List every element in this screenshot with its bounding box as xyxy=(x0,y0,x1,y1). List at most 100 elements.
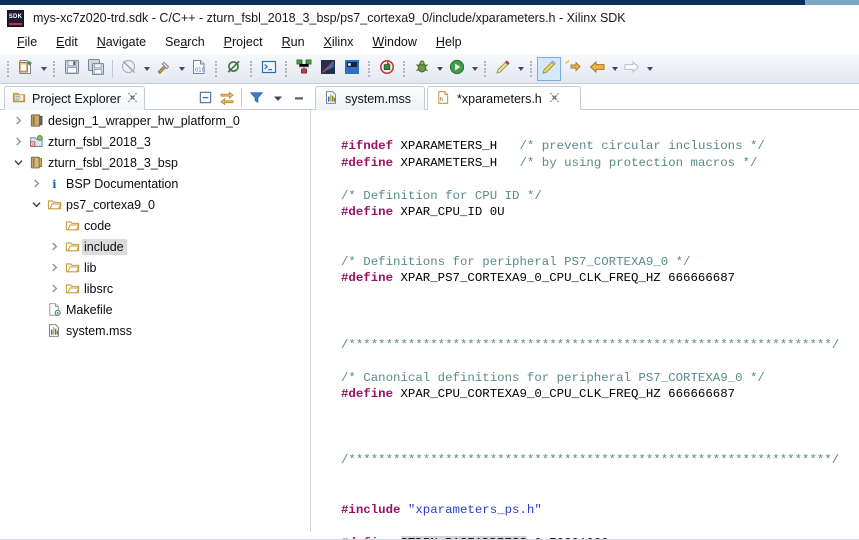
skip-breakpoints-button[interactable] xyxy=(222,57,246,81)
tree-item-ps7-cortexa9-0[interactable]: ps7_cortexa9_0 xyxy=(0,194,310,215)
code-line[interactable] xyxy=(338,221,859,238)
tree-item-makefile[interactable]: Makefile xyxy=(0,299,310,320)
tree-item-bsp-documentation[interactable]: iBSP Documentation xyxy=(0,173,310,194)
code-line[interactable]: #ifndef XPARAMETERS_H /* prevent circula… xyxy=(338,138,859,155)
debug-button[interactable] xyxy=(410,57,434,81)
code-line[interactable] xyxy=(338,353,859,370)
menu-item-edit[interactable]: Edit xyxy=(47,33,88,51)
forward-button[interactable] xyxy=(620,57,644,81)
save-all-button[interactable] xyxy=(84,57,108,81)
code-line[interactable]: /***************************************… xyxy=(338,452,859,469)
build-button[interactable] xyxy=(117,57,141,81)
tree-item-libsrc[interactable]: libsrc xyxy=(0,278,310,299)
code-line[interactable] xyxy=(338,304,859,321)
code-line[interactable] xyxy=(338,519,859,536)
code-line[interactable]: #include "xparameters_ps.h" xyxy=(338,502,859,519)
back-button[interactable] xyxy=(585,57,609,81)
code-line[interactable]: /***************************************… xyxy=(338,337,859,354)
tab-project-explorer[interactable]: Project Explorer xyxy=(4,86,145,110)
code-line[interactable]: /* Definition for CPU ID */ xyxy=(338,188,859,205)
collapse-all-button[interactable] xyxy=(196,88,215,107)
chevron-right-icon[interactable] xyxy=(46,278,62,299)
close-icon[interactable] xyxy=(127,92,138,106)
new-button[interactable] xyxy=(14,57,38,81)
toolbar-grip[interactable] xyxy=(5,59,12,79)
chevron-down-icon[interactable] xyxy=(28,194,44,215)
toolbar-grip[interactable] xyxy=(248,59,255,79)
code-line[interactable]: /* Definitions for peripheral PS7_CORTEX… xyxy=(338,254,859,271)
next-annotation-button[interactable] xyxy=(561,57,585,81)
run-button[interactable] xyxy=(445,57,469,81)
toolbar-grip[interactable] xyxy=(401,59,408,79)
chevron-down-icon[interactable] xyxy=(141,57,152,81)
minimize-icon[interactable] xyxy=(289,88,308,107)
menu-item-project[interactable]: Project xyxy=(215,33,273,51)
chevron-down-icon[interactable] xyxy=(38,57,49,81)
menu-item-xilinx[interactable]: Xilinx xyxy=(315,33,364,51)
toolbar-grip[interactable] xyxy=(366,59,373,79)
highlight-button[interactable] xyxy=(537,57,561,81)
chevron-down-icon[interactable] xyxy=(515,57,526,81)
chevron-down-icon[interactable] xyxy=(644,57,655,81)
link-editor-icon[interactable] xyxy=(217,88,236,107)
editor-tab--xparameters-h[interactable]: h*xparameters.h xyxy=(427,86,581,110)
toolbar-grip[interactable] xyxy=(283,59,290,79)
code-line[interactable] xyxy=(338,469,859,486)
menu-item-navigate[interactable]: Navigate xyxy=(88,33,156,51)
dump-flash-button[interactable] xyxy=(316,57,340,81)
close-icon[interactable] xyxy=(549,92,560,106)
chevron-right-icon[interactable] xyxy=(28,173,44,194)
code-line[interactable] xyxy=(338,171,859,188)
code-line[interactable]: #define XPARAMETERS_H /* by using protec… xyxy=(338,155,859,172)
tree-item-system-mss[interactable]: system.mss xyxy=(0,320,310,341)
code-line[interactable]: #define XPAR_CPU_CORTEXA9_0_CPU_CLK_FREQ… xyxy=(338,386,859,403)
terminal-button[interactable] xyxy=(257,57,281,81)
tree-item-zturn-fsbl-2018-3-bsp[interactable]: zturn_fsbl_2018_3_bsp xyxy=(0,152,310,173)
code-line[interactable] xyxy=(338,436,859,453)
editor-tab-system-mss[interactable]: system.mss xyxy=(315,86,425,110)
tree-item-design-1-wrapper-hw-platform-0[interactable]: design_1_wrapper_hw_platform_0 xyxy=(0,110,310,131)
chevron-down-icon[interactable] xyxy=(434,57,445,81)
editor-code-lines[interactable]: #ifndef XPARAMETERS_H /* prevent circula… xyxy=(338,135,859,540)
program-flash-button[interactable] xyxy=(375,57,399,81)
code-line[interactable] xyxy=(338,237,859,254)
filter-icon[interactable] xyxy=(247,88,266,107)
hammer-build-button[interactable] xyxy=(152,57,176,81)
save-button[interactable] xyxy=(60,57,84,81)
chevron-right-icon[interactable] xyxy=(10,131,26,152)
chevron-down-icon[interactable] xyxy=(10,152,26,173)
toolbar-grip[interactable] xyxy=(528,59,535,79)
menu-item-help[interactable]: Help xyxy=(427,33,472,51)
chevron-down-icon[interactable] xyxy=(268,88,287,107)
toolbar-grip[interactable] xyxy=(213,59,220,79)
code-line[interactable]: /* Canonical definitions for peripheral … xyxy=(338,370,859,387)
create-boot-image-button[interactable] xyxy=(340,57,364,81)
program-fpga-button[interactable] xyxy=(292,57,316,81)
editor-code-viewport[interactable]: #ifndef XPARAMETERS_H /* prevent circula… xyxy=(311,110,859,540)
code-line[interactable]: #define XPAR_PS7_CORTEXA9_0_CPU_CLK_FREQ… xyxy=(338,270,859,287)
code-line[interactable] xyxy=(338,486,859,503)
tree-item-lib[interactable]: lib xyxy=(0,257,310,278)
tree-item-include[interactable]: include xyxy=(0,236,310,257)
menu-item-run[interactable]: Run xyxy=(273,33,315,51)
code-line[interactable]: #define XPAR_CPU_ID 0U xyxy=(338,204,859,221)
code-line[interactable] xyxy=(338,287,859,304)
menu-item-search[interactable]: Search xyxy=(156,33,215,51)
last-edit-button[interactable] xyxy=(491,57,515,81)
menu-item-window[interactable]: Window xyxy=(363,33,426,51)
chevron-right-icon[interactable] xyxy=(46,236,62,257)
menu-item-file[interactable]: File xyxy=(8,33,47,51)
chevron-down-icon[interactable] xyxy=(609,57,620,81)
chevron-right-icon[interactable] xyxy=(46,257,62,278)
tree-item-code[interactable]: code xyxy=(0,215,310,236)
binary-file-button[interactable]: 010 xyxy=(187,57,211,81)
code-line[interactable] xyxy=(338,403,859,420)
code-line[interactable] xyxy=(338,419,859,436)
toolbar-grip[interactable] xyxy=(482,59,489,79)
code-line[interactable] xyxy=(338,320,859,337)
chevron-down-icon[interactable] xyxy=(176,57,187,81)
toolbar-grip[interactable] xyxy=(51,59,58,79)
tree-item-zturn-fsbl-2018-3[interactable]: xzturn_fsbl_2018_3 xyxy=(0,131,310,152)
chevron-down-icon[interactable] xyxy=(469,57,480,81)
chevron-right-icon[interactable] xyxy=(10,110,26,131)
